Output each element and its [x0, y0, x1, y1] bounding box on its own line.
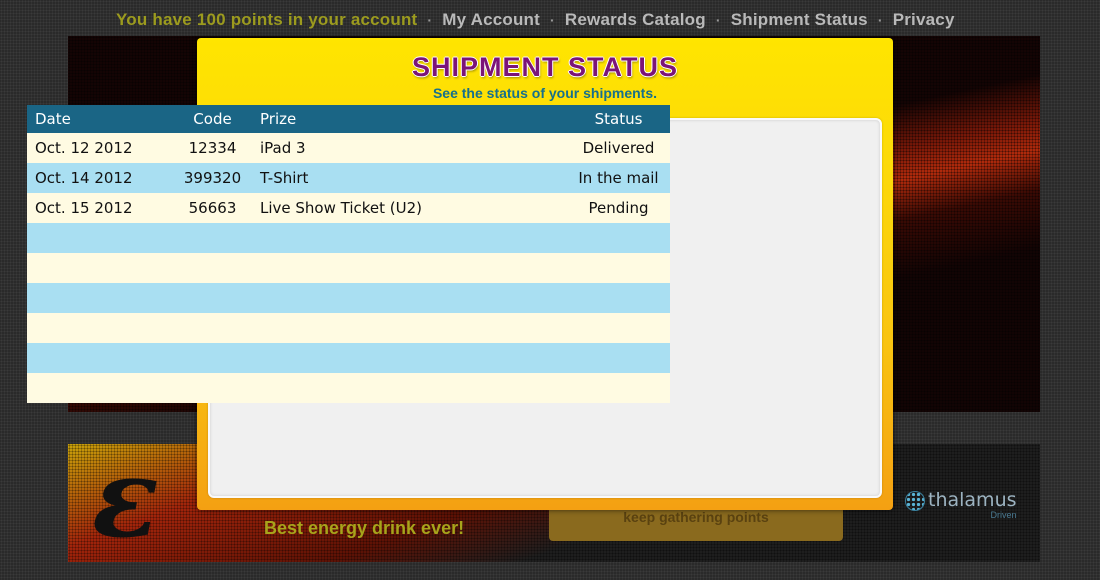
table-row: Oct. 15 2012 56663 Live Show Ticket (U2)… — [27, 193, 670, 223]
header-prize: Prize — [260, 110, 297, 128]
cell-code: 56663 — [188, 199, 237, 217]
nav-separator: · — [715, 12, 721, 28]
nav-privacy[interactable]: Privacy — [893, 10, 955, 30]
header-code: Code — [193, 110, 232, 128]
table-row: Oct. 14 2012 399320 T-Shirt In the mail — [27, 163, 670, 193]
cell-code: 12334 — [188, 139, 237, 157]
cell-prize: iPad 3 — [260, 139, 306, 157]
banner-tagline: Best energy drink ever! — [264, 518, 465, 538]
cell-status: Pending — [588, 199, 649, 217]
cell-status: In the mail — [578, 169, 659, 187]
table-row — [27, 373, 670, 403]
cell-code: 399320 — [183, 169, 242, 187]
sponsor-logo: thalamus Driven — [905, 489, 1017, 523]
table-row — [27, 343, 670, 373]
points-balance: You have 100 points in your account — [116, 10, 418, 29]
thalamus-dots-icon — [905, 491, 925, 511]
cell-date: Oct. 12 2012 — [35, 139, 133, 157]
header-date: Date — [35, 110, 71, 128]
keep-gathering-button[interactable]: keep gathering points — [549, 505, 843, 541]
table-row — [27, 253, 670, 283]
sponsor-sub: Driven — [990, 510, 1017, 520]
cell-date: Oct. 14 2012 — [35, 169, 133, 187]
table-row: Oct. 12 2012 12334 iPad 3 Delivered — [27, 133, 670, 163]
cell-date: Oct. 15 2012 — [35, 199, 133, 217]
shipments-table: Date Code Prize Status Oct. 12 2012 1233… — [27, 105, 670, 403]
nav-my-account[interactable]: My Account — [442, 10, 540, 30]
brand-logo-icon: ε — [92, 433, 159, 562]
cell-status: Delivered — [582, 139, 655, 157]
table-row — [27, 223, 670, 253]
table-row — [27, 313, 670, 343]
top-nav: You have 100 points in your account · My… — [116, 9, 955, 31]
nav-separator: · — [550, 12, 555, 28]
table-header: Date Code Prize Status — [27, 105, 670, 133]
nav-separator: · — [877, 12, 883, 28]
cell-prize: Live Show Ticket (U2) — [260, 199, 423, 217]
table-row — [27, 283, 670, 313]
modal-subtitle: See the status of your shipments. — [432, 85, 658, 101]
cell-prize: T-Shirt — [260, 169, 309, 187]
nav-shipment-status[interactable]: Shipment Status — [731, 10, 868, 30]
modal-title: SHIPMENT STATUS — [411, 52, 678, 82]
nav-rewards-catalog[interactable]: Rewards Catalog — [565, 10, 706, 30]
header-status: Status — [594, 110, 643, 128]
nav-separator: · — [427, 12, 433, 28]
sponsor-brand: thalamus — [928, 489, 1017, 511]
